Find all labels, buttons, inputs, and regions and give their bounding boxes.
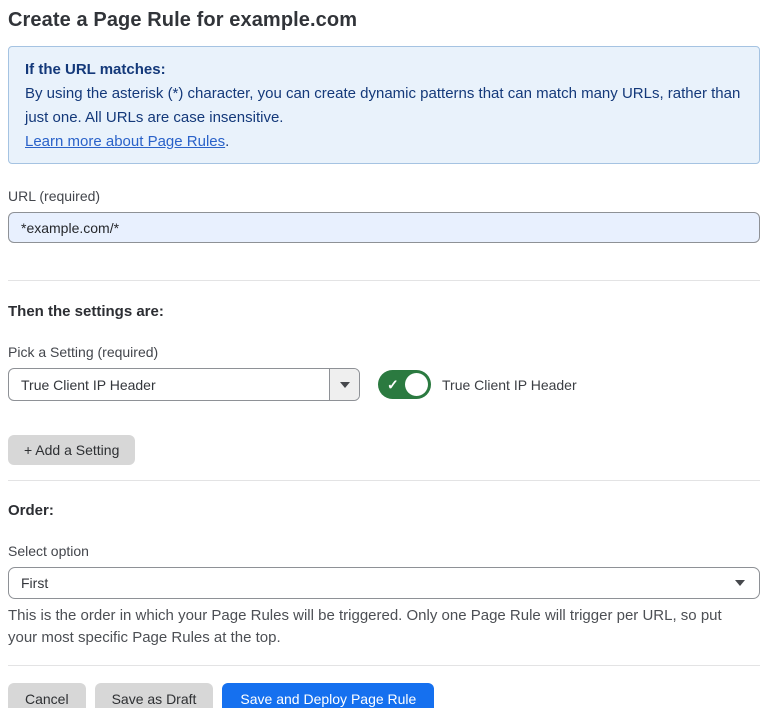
divider bbox=[8, 665, 760, 666]
url-input[interactable] bbox=[8, 212, 760, 243]
divider bbox=[8, 280, 760, 281]
true-client-ip-toggle[interactable]: ✓ bbox=[378, 370, 431, 399]
divider bbox=[8, 480, 760, 481]
learn-more-link[interactable]: Learn more about Page Rules bbox=[25, 133, 225, 150]
order-help-text: This is the order in which your Page Rul… bbox=[8, 605, 748, 649]
page-rule-form: Create a Page Rule for example.com If th… bbox=[0, 0, 769, 708]
cancel-button[interactable]: Cancel bbox=[8, 683, 86, 708]
check-icon: ✓ bbox=[387, 377, 399, 391]
save-and-deploy-button[interactable]: Save and Deploy Page Rule bbox=[222, 683, 434, 708]
setting-select-value: True Client IP Header bbox=[9, 369, 329, 400]
info-box-link-line: Learn more about Page Rules. bbox=[25, 130, 743, 154]
toggle-label: True Client IP Header bbox=[442, 377, 577, 393]
footer-actions: Cancel Save as Draft Save and Deploy Pag… bbox=[8, 683, 760, 708]
add-setting-button[interactable]: + Add a Setting bbox=[8, 435, 135, 465]
order-select-value: First bbox=[9, 568, 735, 598]
info-box-heading: If the URL matches: bbox=[25, 58, 743, 82]
order-section-heading: Order: bbox=[8, 502, 760, 519]
url-match-info-box: If the URL matches: By using the asteris… bbox=[8, 46, 760, 164]
url-field-label: URL (required) bbox=[8, 188, 760, 204]
save-as-draft-button[interactable]: Save as Draft bbox=[95, 683, 214, 708]
chevron-down-icon bbox=[340, 382, 350, 388]
toggle-knob bbox=[405, 373, 428, 396]
setting-select[interactable]: True Client IP Header bbox=[8, 368, 360, 401]
order-select[interactable]: First bbox=[8, 567, 760, 599]
settings-section-heading: Then the settings are: bbox=[8, 303, 760, 320]
setting-select-arrow-button[interactable] bbox=[329, 369, 359, 400]
page-title: Create a Page Rule for example.com bbox=[8, 0, 760, 32]
info-box-body: By using the asterisk (*) character, you… bbox=[25, 82, 743, 130]
pick-setting-label: Pick a Setting (required) bbox=[8, 344, 760, 360]
link-period: . bbox=[225, 133, 229, 150]
chevron-down-icon bbox=[735, 580, 745, 586]
order-select-arrow bbox=[735, 568, 759, 598]
order-select-label: Select option bbox=[8, 543, 760, 559]
setting-row: True Client IP Header ✓ True Client IP H… bbox=[8, 368, 760, 401]
